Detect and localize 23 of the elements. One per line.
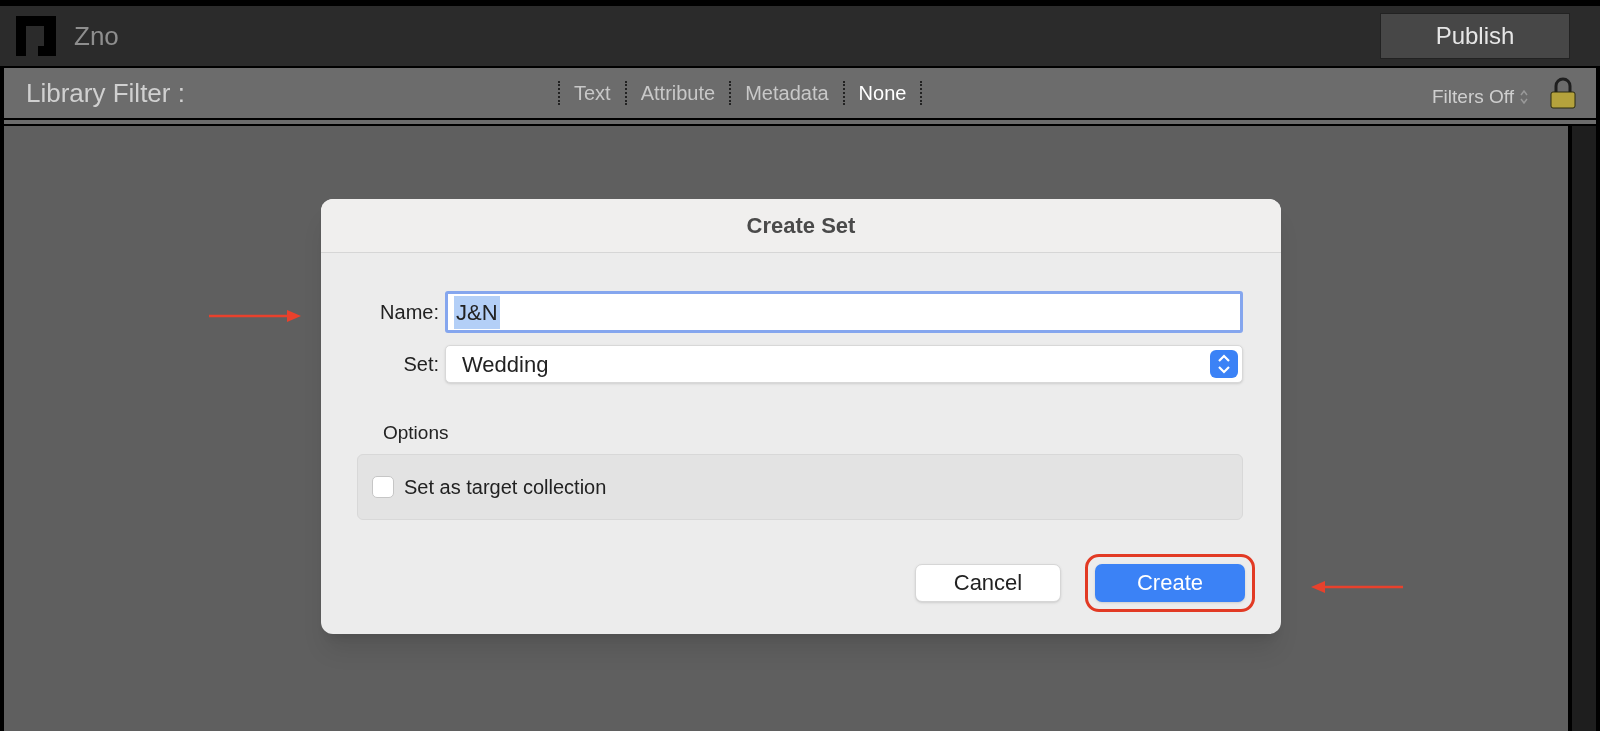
lock-icon[interactable] <box>1550 77 1576 109</box>
checkbox[interactable] <box>372 475 394 498</box>
set-select[interactable]: Wedding <box>445 345 1243 383</box>
logo-icon <box>16 16 56 56</box>
stepper-icon <box>1520 90 1528 104</box>
filter-tab[interactable]: None <box>844 81 923 105</box>
create-button[interactable]: Create <box>1095 563 1245 602</box>
filter-tab[interactable]: Attribute <box>626 81 732 105</box>
set-label: Set: <box>402 352 439 377</box>
options-label: Options <box>383 421 450 445</box>
filter-tab[interactable]: Text <box>560 81 627 105</box>
dialog-title: Create Set <box>746 212 856 240</box>
app-title: Zno <box>74 19 119 53</box>
publish-button[interactable]: Publish <box>1380 13 1570 59</box>
cancel-button[interactable]: Cancel <box>915 563 1061 602</box>
selected-text: J&N <box>454 295 500 329</box>
name-input[interactable]: J&N <box>445 291 1243 333</box>
filter-tab[interactable]: Metadata <box>731 81 845 105</box>
filter-bar-label: Library Filter : <box>26 76 186 110</box>
stepper-icon <box>1210 350 1238 378</box>
filters-dropdown[interactable]: Filters Off <box>1432 82 1528 112</box>
name-label: Name: <box>379 300 439 325</box>
checkbox-label: Set as target collection <box>404 474 607 500</box>
